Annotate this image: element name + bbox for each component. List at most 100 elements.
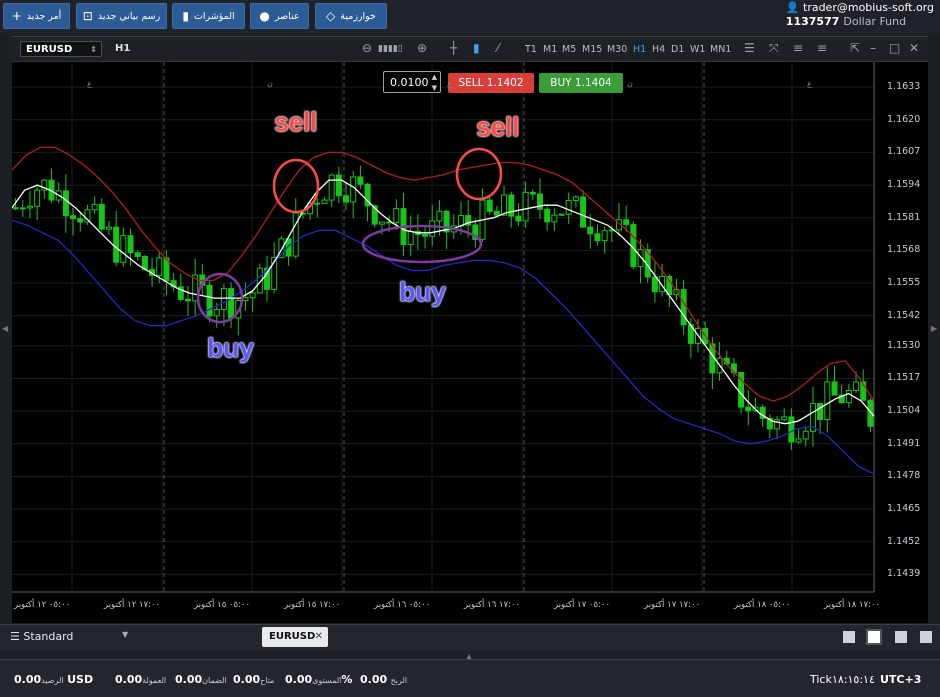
y-tick-label: 1.1555	[887, 277, 921, 289]
grid-icon[interactable]: ≡	[793, 41, 803, 55]
candle-body	[127, 235, 134, 254]
annotation-sell-2: sell	[476, 112, 520, 142]
new-order-label: أمر جديد	[26, 10, 62, 22]
candle-body	[501, 194, 508, 216]
candle-body	[249, 292, 256, 299]
candle-body	[26, 205, 33, 209]
layout-value: Standard	[23, 630, 74, 643]
left-panel-arrow[interactable]: ◀	[2, 324, 8, 333]
tf-m1[interactable]: M1	[543, 44, 557, 55]
zoom-out-icon[interactable]: ⊖	[362, 41, 372, 55]
tf-m30[interactable]: M30	[607, 44, 627, 55]
zoom-slider-icon[interactable]: ▮▮▮▮▯	[378, 44, 403, 54]
candle-body	[357, 176, 364, 185]
candle-body	[91, 203, 98, 211]
minimize-icon[interactable]: –	[870, 41, 876, 55]
sell-circle-2	[455, 147, 503, 201]
candle-body	[515, 215, 522, 222]
y-tick-label: 1.1581	[887, 211, 921, 223]
bars-icon: ▮	[182, 9, 189, 23]
candlestick-icon[interactable]: ▮	[473, 41, 480, 55]
x-tick-label: ٠٥:٠٠ ١٧ أكتوبر	[554, 600, 611, 610]
candle-body	[824, 381, 831, 420]
available-label: متاح	[260, 676, 275, 685]
new-chart-button[interactable]: ⊡ رسم بياني جديد	[76, 3, 167, 29]
candle-body	[62, 190, 69, 217]
indicators-button[interactable]: ▮ المؤشرات	[172, 3, 245, 29]
chevron-down-icon: ▼	[122, 630, 129, 639]
y-tick-label: 1.1452	[887, 535, 921, 547]
y-tick-label: 1.1478	[887, 470, 921, 482]
tf-w1[interactable]: W1	[690, 44, 705, 55]
account-panel[interactable]: 👤 trader@mobius-soft.org 1137577 Dollar F…	[786, 1, 934, 28]
objects-button[interactable]: ● عناصر	[250, 3, 309, 29]
popout-icon[interactable]: ⇱	[850, 41, 860, 55]
session-mark: ع	[807, 79, 812, 88]
layout-single-icon[interactable]	[843, 631, 855, 643]
candle-body	[493, 210, 500, 216]
tab-close-icon[interactable]: ✕	[315, 627, 323, 647]
candle-body	[508, 194, 515, 217]
margin-label: الضمان	[202, 676, 227, 685]
tf-m15[interactable]: M15	[582, 44, 602, 55]
candle-body	[551, 214, 558, 223]
layers-icon[interactable]: ☰	[744, 41, 755, 55]
candle-body	[12, 207, 19, 210]
candle-body	[328, 174, 335, 201]
layout-rows-icon[interactable]	[920, 631, 932, 643]
x-tick-label: ١٧:٠٠ ١٧ أكتوبر	[644, 600, 701, 610]
new-order-button[interactable]: + أمر جديد	[3, 3, 70, 29]
close-icon[interactable]: ✕	[909, 41, 919, 55]
tf-h4[interactable]: H4	[652, 44, 665, 55]
y-tick-label: 1.1465	[887, 503, 921, 515]
x-tick-label: ٠٥:٠٠ ١٨ أكتوبر	[734, 600, 791, 610]
tf-m5[interactable]: M5	[562, 44, 576, 55]
candle-body	[601, 230, 608, 242]
candle-body	[134, 252, 141, 257]
layout-select[interactable]: ☰ Standard ▼	[10, 630, 128, 643]
symbol-select[interactable]: EURUSD ⇕	[20, 41, 102, 57]
settings-icon[interactable]: ≡	[817, 41, 827, 55]
maximize-icon[interactable]: □	[889, 41, 900, 55]
candle-body	[558, 213, 565, 216]
price-chart[interactable]	[12, 62, 928, 623]
sell-button[interactable]: SELL 1.1402	[448, 73, 534, 93]
tf-t1[interactable]: T1	[525, 44, 537, 55]
buy-button[interactable]: BUY 1.1404	[539, 73, 623, 93]
available-value: 0.00	[233, 673, 261, 686]
balance-stat: 0.00الرصيد USD	[14, 673, 93, 686]
y-tick-label: 1.1530	[887, 339, 921, 351]
buy-circle-2	[361, 224, 483, 264]
tf-h1[interactable]: H1	[633, 44, 646, 55]
crosshair-icon[interactable]: ⤧	[769, 41, 779, 56]
y-tick-label: 1.1620	[887, 113, 921, 125]
tf-d1[interactable]: D1	[671, 44, 684, 55]
spinner-icon: ⇕	[90, 45, 97, 54]
chart-window: EURUSD ⇕ H1 ⊖ ▮▮▮▮▯ ⊕ ┼ ▮ ⁄ T1 M1 M5 M15…	[12, 36, 928, 631]
candle-body	[34, 189, 41, 207]
candle-body	[70, 215, 77, 220]
chart-tab[interactable]: EURUSD ✕	[262, 627, 328, 647]
y-tick-label: 1.1504	[887, 405, 921, 417]
algorithms-button[interactable]: ◇ خوارزمية	[315, 3, 387, 29]
tf-mn1[interactable]: MN1	[710, 44, 731, 55]
chart-icon: ⊡	[82, 9, 93, 23]
layout-columns-icon[interactable]	[895, 631, 907, 643]
candle-body	[213, 309, 220, 317]
layout-grid-icon[interactable]	[868, 631, 880, 643]
new-chart-label: رسم بياني جديد	[97, 10, 161, 22]
zoom-in-icon[interactable]: ⊕	[417, 41, 427, 55]
candle-body	[572, 196, 579, 201]
right-panel-arrow[interactable]: ▶	[931, 324, 937, 333]
bar-chart-icon[interactable]: ┼	[450, 41, 457, 55]
line-chart-icon[interactable]: ⁄	[497, 41, 499, 55]
user-icon: 👤	[785, 1, 800, 14]
shapes-icon: ●	[259, 9, 270, 23]
candle-body	[378, 221, 385, 225]
workspace-bar: ☰ Standard ▼ EURUSD ✕	[0, 624, 940, 651]
x-tick-label: ١٧:٠٠ ١٢ أكتوبر	[104, 600, 161, 610]
menu-icon: ☰	[10, 630, 20, 643]
candle-body	[651, 276, 658, 293]
lot-input[interactable]: 0.0100 ▲ ▼	[383, 71, 441, 93]
candle-body	[19, 207, 26, 210]
